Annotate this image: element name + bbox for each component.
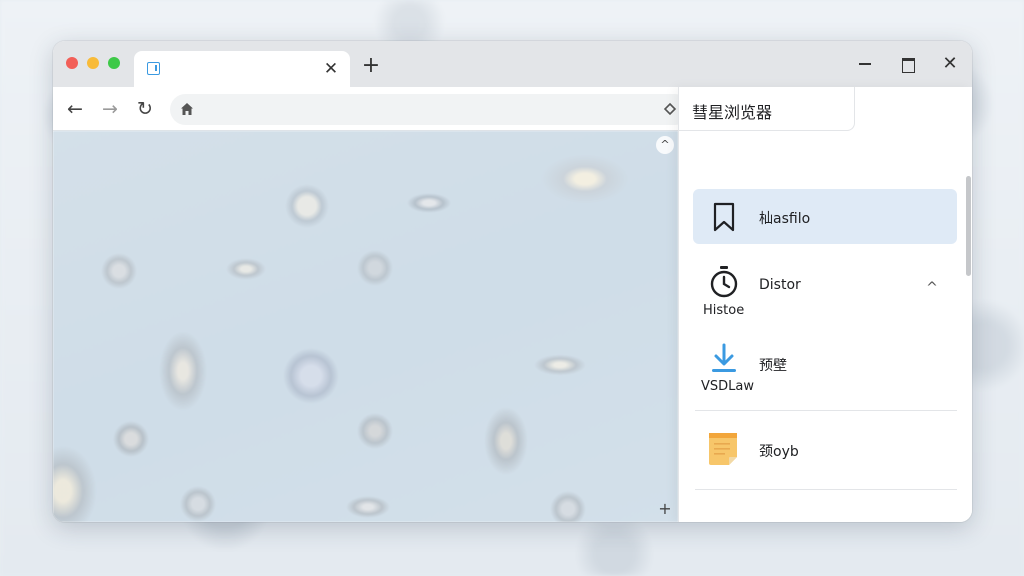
panel-item-history-label: Distor: [759, 277, 801, 293]
zoom-window-dot[interactable]: [108, 57, 120, 69]
note-icon: [709, 433, 737, 465]
home-icon[interactable]: [179, 101, 195, 117]
side-panel-header: 彗星浏览器: [679, 87, 855, 131]
maximize-button[interactable]: [897, 53, 919, 75]
reload-button[interactable]: ↻: [132, 96, 158, 122]
panel-divider: [695, 410, 957, 411]
page-zoom-in-button[interactable]: +: [656, 500, 674, 518]
address-bar[interactable]: [170, 94, 690, 125]
page-content: [53, 131, 678, 522]
page-scroll-up-button[interactable]: ^: [656, 136, 674, 154]
panel-item-downloads-label: 预壁: [759, 358, 787, 374]
close-button[interactable]: ✕: [939, 53, 961, 75]
forward-button[interactable]: →: [97, 96, 123, 122]
timer-icon: [710, 266, 738, 298]
back-button[interactable]: ←: [62, 96, 88, 122]
chevron-up-icon[interactable]: ^: [924, 280, 940, 296]
panel-item-downloads[interactable]: 预壁 VSDLaw: [693, 339, 957, 401]
page-favicon-icon: [147, 62, 160, 75]
panel-item-notes[interactable]: 颈oyb: [693, 423, 957, 483]
new-tab-button[interactable]: +: [360, 55, 382, 77]
panel-item-bookmarks[interactable]: 杣asfilo: [693, 189, 957, 244]
browser-window: ✕ + ✕ ← → ↻ ⁘ ⋮ ^ + 彗星浏览器: [53, 41, 972, 522]
panel-item-bookmarks-label: 杣asfilo: [759, 211, 811, 227]
close-window-dot[interactable]: [66, 57, 78, 69]
panel-divider: [695, 489, 957, 490]
extensions-icon[interactable]: [663, 102, 677, 116]
tab-strip: ✕ + ✕: [53, 41, 972, 87]
panel-item-history-sublabel: Histoe: [703, 303, 745, 318]
download-icon: [712, 343, 736, 372]
panel-item-history[interactable]: Distor Histoe: [693, 261, 957, 323]
side-panel: 彗星浏览器 杣asfilo Distor Histoe ^ 预壁 VSDLaw …: [678, 87, 972, 522]
side-panel-title: 彗星浏览器: [692, 103, 773, 122]
minimize-button[interactable]: [854, 53, 876, 75]
side-panel-scrollbar[interactable]: [966, 176, 971, 276]
tab-active[interactable]: ✕: [134, 51, 350, 87]
bookmark-icon: [713, 202, 735, 232]
minimize-window-dot[interactable]: [87, 57, 99, 69]
tab-close-button[interactable]: ✕: [322, 60, 340, 78]
panel-item-downloads-sublabel: VSDLaw: [701, 379, 754, 394]
panel-item-notes-label: 颈oyb: [759, 444, 799, 460]
